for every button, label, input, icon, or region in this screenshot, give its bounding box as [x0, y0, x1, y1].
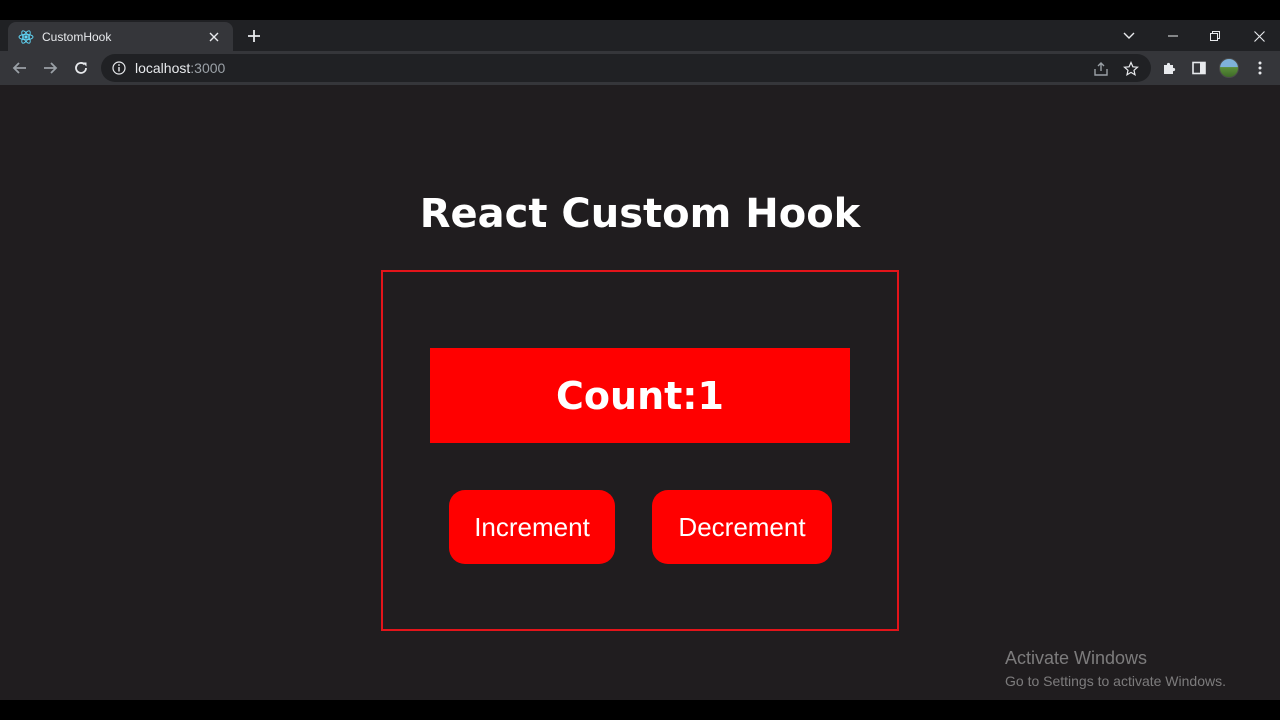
new-tab-button[interactable] — [242, 24, 266, 48]
extensions-puzzle-icon[interactable] — [1157, 56, 1181, 80]
tab-title: CustomHook — [42, 29, 112, 44]
page-viewport: React Custom Hook Count:1 Increment Decr… — [0, 85, 1280, 700]
tab-customhook[interactable]: CustomHook — [8, 22, 233, 51]
react-icon — [18, 29, 34, 45]
url-host: localhost — [135, 60, 191, 76]
forward-arrow-icon[interactable] — [38, 56, 62, 80]
bookmark-star-icon[interactable] — [1121, 59, 1141, 79]
side-panel-icon[interactable] — [1187, 56, 1211, 80]
letterbox-top — [0, 0, 1280, 20]
tab-search-icon[interactable] — [1118, 26, 1140, 46]
browser-toolbar: localhost:3000 — [0, 51, 1280, 85]
info-icon[interactable] — [111, 60, 127, 76]
activate-windows-watermark: Activate Windows Go to Settings to activ… — [1005, 648, 1226, 689]
reload-icon[interactable] — [69, 56, 93, 80]
count-value: 1 — [697, 373, 724, 418]
letterbox-bottom — [0, 700, 1280, 720]
url-port: :3000 — [190, 60, 226, 76]
watermark-title: Activate Windows — [1005, 648, 1148, 668]
back-arrow-icon[interactable] — [8, 56, 32, 80]
restore-icon[interactable] — [1200, 24, 1230, 48]
counter-card: Count:1 Increment Decrement — [381, 270, 899, 631]
page-title: React Custom Hook — [419, 191, 861, 237]
address-bar[interactable]: localhost:3000 — [101, 54, 1151, 82]
watermark-subtitle: Go to Settings to activate Windows. — [1005, 673, 1226, 689]
decrement-button[interactable]: Decrement — [652, 490, 832, 564]
share-icon[interactable] — [1091, 59, 1111, 79]
browser-window: CustomHook localhost:3000 React Custom H… — [0, 20, 1280, 700]
increment-button[interactable]: Increment — [449, 490, 615, 564]
url-text: localhost:3000 — [135, 60, 225, 76]
count-label: Count: — [556, 373, 698, 418]
count-text: Count:1 — [556, 374, 724, 418]
more-vertical-icon[interactable] — [1248, 56, 1272, 80]
avatar-image — [1219, 58, 1239, 78]
window-close-icon[interactable] — [1244, 24, 1274, 48]
tab-strip: CustomHook — [0, 20, 1280, 51]
profile-avatar[interactable] — [1217, 56, 1241, 80]
count-display: Count:1 — [430, 348, 850, 443]
minimize-icon[interactable] — [1158, 24, 1188, 48]
close-icon[interactable] — [205, 28, 223, 46]
